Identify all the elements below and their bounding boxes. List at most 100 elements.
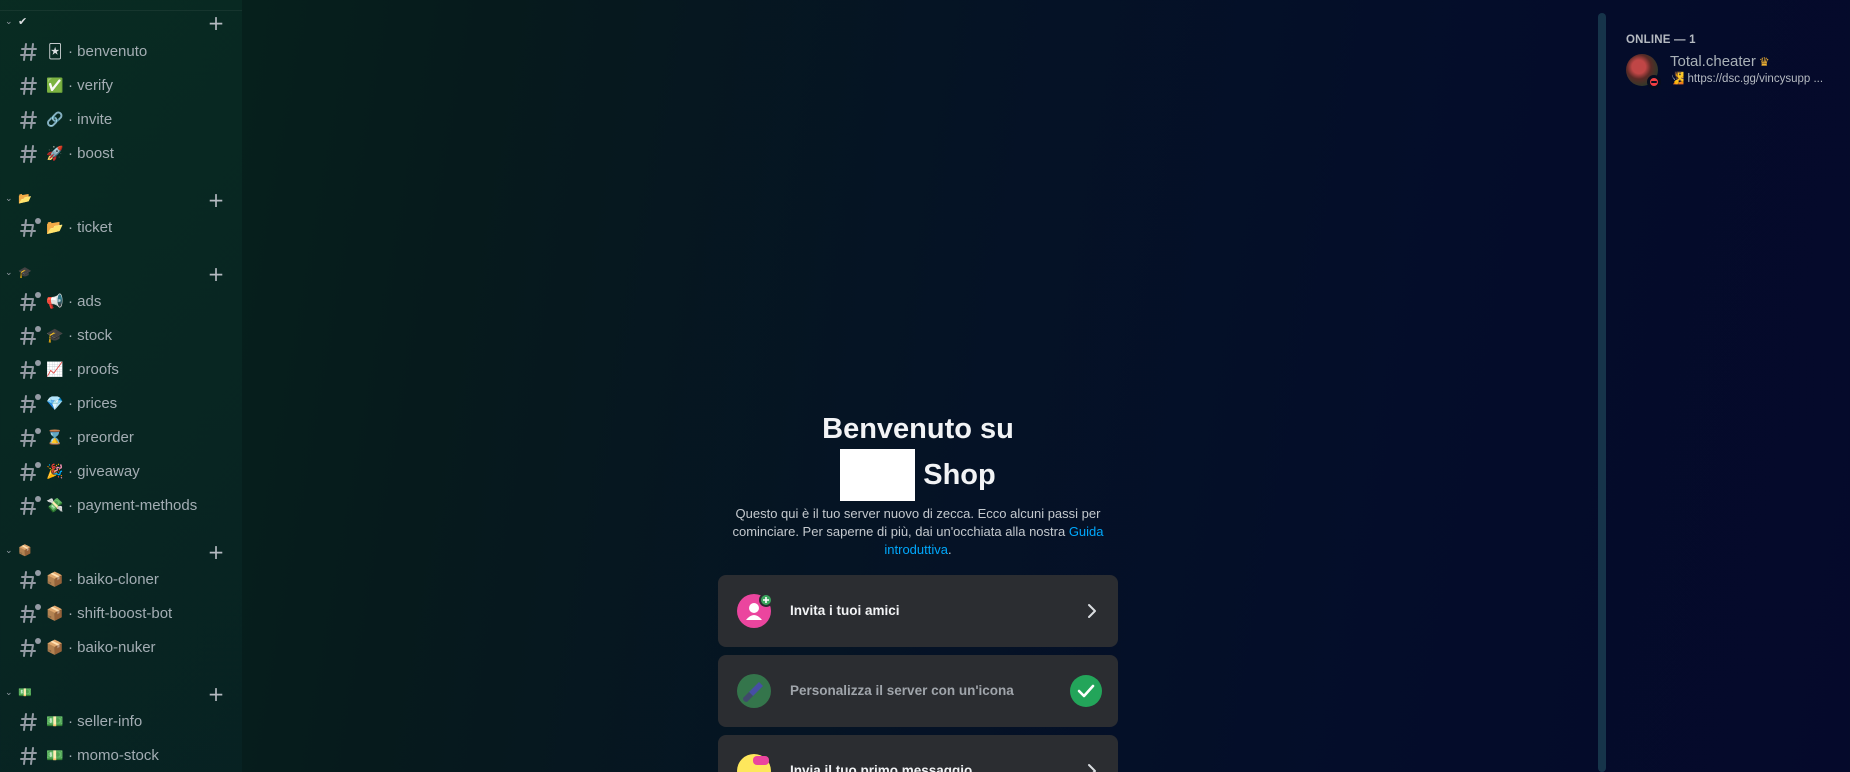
chevron-down-icon: ⌄ bbox=[5, 17, 13, 27]
invite-friends-icon bbox=[737, 593, 773, 628]
channel-item-proofs[interactable]: 📈 · proofs bbox=[8, 354, 234, 386]
text-channel-locked-icon bbox=[19, 603, 43, 625]
chevron-right-icon bbox=[1086, 761, 1098, 772]
check-icon bbox=[1070, 675, 1102, 707]
channel-emoji: 💵 bbox=[46, 748, 64, 764]
text-channel-locked-icon bbox=[19, 495, 43, 517]
channel-item-preorder[interactable]: ⌛ · preorder bbox=[8, 422, 234, 454]
channel-item-ads[interactable]: 📢 · ads bbox=[8, 286, 234, 318]
text-channel-locked-icon bbox=[19, 217, 43, 239]
channel-emoji: 📦 bbox=[46, 640, 64, 656]
category-header-shop[interactable]: ⌄ 🎓 + bbox=[0, 262, 242, 286]
text-channel-icon bbox=[19, 711, 43, 733]
channel-item-ticket[interactable]: 📂 · ticket bbox=[8, 212, 234, 244]
channel-name: · preorder bbox=[68, 429, 134, 446]
send-message-icon bbox=[737, 754, 771, 772]
channel-name: · giveaway bbox=[68, 463, 140, 480]
channel-item-verify[interactable]: ✅ · verify bbox=[8, 70, 234, 102]
welcome-title-line1: Benvenuto su bbox=[822, 413, 1014, 445]
channel-item-stock[interactable]: 🎓 · stock bbox=[8, 320, 234, 352]
category-emoji: 💵 bbox=[18, 686, 32, 699]
channel-name: · seller-info bbox=[68, 713, 143, 730]
text-channel-locked-icon bbox=[19, 325, 43, 347]
chevron-down-icon: ⌄ bbox=[5, 546, 13, 556]
online-count-header: ONLINE — 1 bbox=[1626, 34, 1696, 46]
channel-item-benvenuto[interactable]: 🃏 · benvenuto bbox=[8, 36, 234, 68]
welcome-title-shop: Shop bbox=[923, 458, 996, 491]
redacted-server-name bbox=[840, 449, 916, 501]
text-channel-locked-icon bbox=[19, 569, 43, 591]
text-channel-locked-icon bbox=[19, 393, 43, 415]
text-channel-locked-icon bbox=[19, 291, 43, 313]
category-emoji: ✔ bbox=[18, 15, 28, 28]
channel-item-prices[interactable]: 💎 · prices bbox=[8, 388, 234, 420]
channel-item-seller-info[interactable]: 💵 · seller-info bbox=[8, 706, 234, 738]
channel-emoji: 🔗 bbox=[46, 112, 64, 128]
create-channel-button[interactable]: + bbox=[207, 188, 225, 212]
channel-item-shift-boost-bot[interactable]: 📦 · shift-boost-bot bbox=[8, 598, 234, 630]
category-header-verification[interactable]: ⌄ ✔ + bbox=[0, 11, 242, 35]
channel-emoji: ✅ bbox=[46, 78, 64, 94]
member-custom-status: 🧏 https://dsc.gg/vincysupp ... bbox=[1670, 73, 1824, 85]
invite-friends-label: Invita i tuoi amici bbox=[790, 603, 900, 618]
members-scrollbar[interactable] bbox=[1598, 13, 1606, 772]
channel-emoji: 🃏 bbox=[47, 44, 63, 60]
crown-icon: ♛ bbox=[1758, 55, 1770, 69]
channel-name: · shift-boost-bot bbox=[68, 605, 173, 622]
chevron-right-icon bbox=[1086, 601, 1098, 621]
channel-emoji: 🚀 bbox=[46, 146, 64, 162]
channel-item-payment-methods[interactable]: 💸 · payment-methods bbox=[8, 490, 234, 522]
send-first-message-label: Invia il tuo primo messaggio bbox=[790, 763, 973, 772]
channel-item-invite[interactable]: 🔗 · invite bbox=[8, 104, 234, 136]
create-channel-button[interactable]: + bbox=[207, 11, 225, 35]
channel-emoji: 💸 bbox=[46, 498, 64, 514]
customize-server-icon-card[interactable]: Personalizza il server con un'icona bbox=[718, 655, 1118, 727]
channel-emoji: 🎉 bbox=[46, 464, 64, 480]
chevron-down-icon: ⌄ bbox=[5, 194, 13, 204]
create-channel-button[interactable]: + bbox=[207, 540, 225, 564]
category-emoji: 🎓 bbox=[18, 266, 32, 279]
channel-item-baiko-nuker[interactable]: 📦 · baiko-nuker bbox=[8, 632, 234, 664]
text-channel-icon bbox=[19, 41, 43, 63]
channel-name: · invite bbox=[68, 111, 113, 128]
send-first-message-card[interactable]: Invia il tuo primo messaggio bbox=[718, 735, 1118, 772]
channel-name: · proofs bbox=[68, 361, 119, 378]
member-item[interactable]: Total.cheater ♛ 🧏 https://dsc.gg/vincysup… bbox=[1626, 53, 1846, 89]
channel-item-momo-stock[interactable]: 💵 · momo-stock bbox=[8, 740, 234, 772]
channel-emoji: 💵 bbox=[46, 714, 64, 730]
channel-name: · prices bbox=[68, 395, 118, 412]
chevron-down-icon: ⌄ bbox=[5, 688, 13, 698]
category-header-ticket[interactable]: ⌄ 📂 + bbox=[0, 188, 242, 212]
text-channel-locked-icon bbox=[19, 637, 43, 659]
channel-item-giveaway[interactable]: 🎉 · giveaway bbox=[8, 456, 234, 488]
welcome-title: Benvenuto su Shop bbox=[718, 410, 1118, 501]
create-channel-button[interactable]: + bbox=[207, 262, 225, 286]
create-channel-button[interactable]: + bbox=[207, 682, 225, 706]
invite-friends-card[interactable]: Invita i tuoi amici bbox=[718, 575, 1118, 647]
channel-emoji: 🎓 bbox=[46, 328, 64, 344]
text-channel-locked-icon bbox=[19, 427, 43, 449]
text-channel-icon bbox=[19, 745, 43, 767]
dnd-status-icon bbox=[1647, 75, 1661, 89]
text-channel-locked-icon bbox=[19, 359, 43, 381]
member-name: Total.cheater ♛ bbox=[1670, 53, 1770, 70]
channel-item-boost[interactable]: 🚀 · boost bbox=[8, 138, 234, 170]
channel-name: · baiko-cloner bbox=[68, 571, 159, 588]
channel-name: · baiko-nuker bbox=[68, 639, 156, 656]
channel-emoji: 📦 bbox=[46, 572, 64, 588]
category-header-sellers[interactable]: ⌄ 💵 + bbox=[0, 682, 242, 706]
channel-item-baiko-cloner[interactable]: 📦 · baiko-cloner bbox=[8, 564, 234, 596]
text-channel-locked-icon bbox=[19, 461, 43, 483]
customize-server-label: Personalizza il server con un'icona bbox=[790, 683, 1014, 698]
channel-emoji: 📈 bbox=[46, 362, 64, 378]
paintbrush-icon bbox=[737, 674, 771, 708]
channel-emoji: 📂 bbox=[46, 220, 64, 236]
category-header-bots[interactable]: ⌄ 📦 + bbox=[0, 540, 242, 564]
channel-sidebar: ⌄ ✔ + 🃏 · benvenuto ✅ · verify 🔗 · invit… bbox=[0, 0, 242, 772]
member-list: ONLINE — 1 Total.cheater ♛ 🧏 https://dsc.… bbox=[1606, 0, 1850, 772]
channel-emoji: 💎 bbox=[46, 396, 64, 412]
channel-name: · momo-stock bbox=[68, 747, 159, 764]
text-channel-icon bbox=[19, 143, 43, 165]
channel-emoji: ⌛ bbox=[46, 430, 64, 446]
welcome-description: Questo qui è il tuo server nuovo di zecc… bbox=[732, 506, 1104, 557]
